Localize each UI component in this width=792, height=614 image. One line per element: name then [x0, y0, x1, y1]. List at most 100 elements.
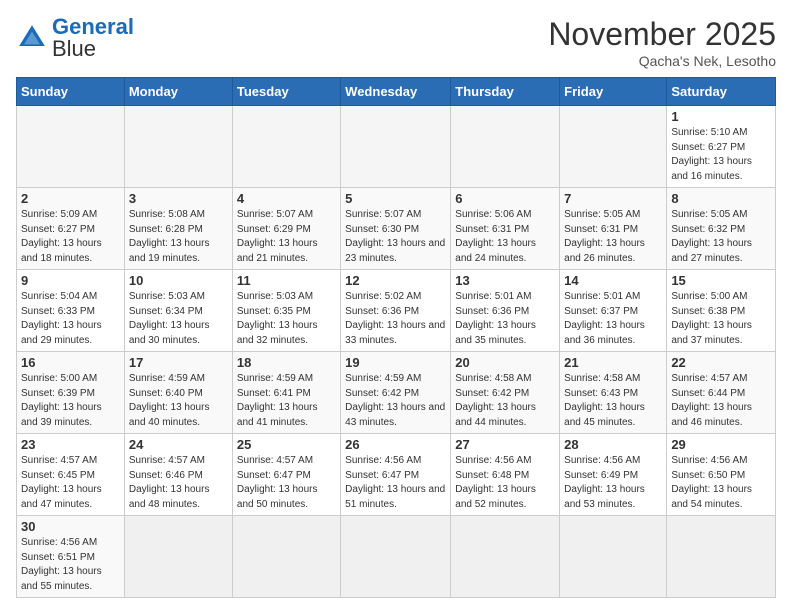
day-info: Sunrise: 5:05 AM Sunset: 6:32 PM Dayligh…: [671, 208, 771, 266]
day-number: 28: [564, 437, 662, 452]
calendar-day-cell: [232, 516, 340, 598]
day-number: 20: [455, 355, 555, 370]
calendar-day-cell: 24Sunrise: 4:57 AM Sunset: 6:46 PM Dayli…: [124, 434, 232, 516]
calendar-day-cell: 4Sunrise: 5:07 AM Sunset: 6:29 PM Daylig…: [232, 188, 340, 270]
day-number: 14: [564, 273, 662, 288]
weekday-header-saturday: Saturday: [667, 78, 776, 106]
day-info: Sunrise: 5:10 AM Sunset: 6:27 PM Dayligh…: [671, 126, 771, 184]
day-info: Sunrise: 5:00 AM Sunset: 6:39 PM Dayligh…: [21, 372, 120, 430]
day-number: 12: [345, 273, 446, 288]
calendar-day-cell: 23 Sunrise: 4:57 AM Sunset: 6:45 PM Dayli…: [17, 434, 125, 516]
day-number: 5: [345, 191, 446, 206]
calendar-day-cell: [341, 106, 451, 188]
day-number: 13: [455, 273, 555, 288]
day-number: 9: [21, 273, 120, 288]
day-number: 17: [129, 355, 228, 370]
calendar-day-cell: 21Sunrise: 4:58 AM Sunset: 6:43 PM Dayli…: [560, 352, 667, 434]
day-number: 15: [671, 273, 771, 288]
calendar-day-cell: 14 Sunrise: 5:01 AM Sunset: 6:37 PM Dayli…: [560, 270, 667, 352]
calendar-day-cell: [451, 516, 560, 598]
calendar-day-cell: 25 Sunrise: 4:57 AM Sunset: 6:47 PM Dayli…: [232, 434, 340, 516]
day-info: Sunrise: 5:07 AM Sunset: 6:30 PM Dayligh…: [345, 208, 446, 266]
calendar-day-cell: 6 Sunrise: 5:06 AM Sunset: 6:31 PM Daylig…: [451, 188, 560, 270]
weekday-header-friday: Friday: [560, 78, 667, 106]
logo-icon: [16, 22, 48, 54]
day-number: 10: [129, 273, 228, 288]
month-title: November 2025: [548, 16, 776, 53]
calendar-day-cell: 2 Sunrise: 5:09 AM Sunset: 6:27 PM Daylig…: [17, 188, 125, 270]
day-info: Sunrise: 5:02 AM Sunset: 6:36 PM Dayligh…: [345, 290, 446, 348]
day-info: Sunrise: 5:00 AM Sunset: 6:38 PM Dayligh…: [671, 290, 771, 348]
day-number: 19: [345, 355, 446, 370]
weekday-header-row: SundayMondayTuesdayWednesdayThursdayFrid…: [17, 78, 776, 106]
day-info: Sunrise: 4:59 AM Sunset: 6:41 PM Dayligh…: [237, 372, 336, 430]
calendar-day-cell: [17, 106, 125, 188]
weekday-header-tuesday: Tuesday: [232, 78, 340, 106]
day-info: Sunrise: 5:05 AM Sunset: 6:31 PM Dayligh…: [564, 208, 662, 266]
day-info: Sunrise: 5:09 AM Sunset: 6:27 PM Dayligh…: [21, 208, 120, 266]
day-number: 2: [21, 191, 120, 206]
day-info: Sunrise: 5:03 AM Sunset: 6:34 PM Dayligh…: [129, 290, 228, 348]
calendar-day-cell: 27Sunrise: 4:56 AM Sunset: 6:48 PM Dayli…: [451, 434, 560, 516]
calendar-day-cell: 28 Sunrise: 4:56 AM Sunset: 6:49 PM Dayli…: [560, 434, 667, 516]
calendar-day-cell: 30 Sunrise: 4:56 AM Sunset: 6:51 PM Dayli…: [17, 516, 125, 598]
page-header: GeneralBlue November 2025 Qacha's Nek, L…: [16, 16, 776, 69]
day-info: Sunrise: 4:57 AM Sunset: 6:47 PM Dayligh…: [237, 454, 336, 512]
calendar-day-cell: [560, 106, 667, 188]
calendar-day-cell: 20Sunrise: 4:58 AM Sunset: 6:42 PM Dayli…: [451, 352, 560, 434]
calendar-week-row: 16Sunrise: 5:00 AM Sunset: 6:39 PM Dayli…: [17, 352, 776, 434]
calendar-table: SundayMondayTuesdayWednesdayThursdayFrid…: [16, 77, 776, 598]
day-number: 18: [237, 355, 336, 370]
day-info: Sunrise: 4:57 AM Sunset: 6:44 PM Dayligh…: [671, 372, 771, 430]
calendar-day-cell: [232, 106, 340, 188]
day-info: Sunrise: 4:56 AM Sunset: 6:49 PM Dayligh…: [564, 454, 662, 512]
calendar-day-cell: 15 Sunrise: 5:00 AM Sunset: 6:38 PM Dayli…: [667, 270, 776, 352]
calendar-day-cell: 13Sunrise: 5:01 AM Sunset: 6:36 PM Dayli…: [451, 270, 560, 352]
day-info: Sunrise: 4:57 AM Sunset: 6:45 PM Dayligh…: [21, 454, 120, 512]
weekday-header-wednesday: Wednesday: [341, 78, 451, 106]
calendar-day-cell: 19 Sunrise: 4:59 AM Sunset: 6:42 PM Dayli…: [341, 352, 451, 434]
day-info: Sunrise: 5:03 AM Sunset: 6:35 PM Dayligh…: [237, 290, 336, 348]
title-block: November 2025 Qacha's Nek, Lesotho: [548, 16, 776, 69]
day-number: 3: [129, 191, 228, 206]
day-number: 27: [455, 437, 555, 452]
calendar-day-cell: 3 Sunrise: 5:08 AM Sunset: 6:28 PM Daylig…: [124, 188, 232, 270]
calendar-day-cell: 8Sunrise: 5:05 AM Sunset: 6:32 PM Daylig…: [667, 188, 776, 270]
calendar-day-cell: 10 Sunrise: 5:03 AM Sunset: 6:34 PM Dayli…: [124, 270, 232, 352]
day-info: Sunrise: 4:56 AM Sunset: 6:50 PM Dayligh…: [671, 454, 771, 512]
calendar-week-row: 23 Sunrise: 4:57 AM Sunset: 6:45 PM Dayli…: [17, 434, 776, 516]
calendar-day-cell: [341, 516, 451, 598]
calendar-day-cell: 26 Sunrise: 4:56 AM Sunset: 6:47 PM Dayli…: [341, 434, 451, 516]
calendar-day-cell: 1Sunrise: 5:10 AM Sunset: 6:27 PM Daylig…: [667, 106, 776, 188]
day-number: 23: [21, 437, 120, 452]
day-info: Sunrise: 4:59 AM Sunset: 6:40 PM Dayligh…: [129, 372, 228, 430]
day-number: 26: [345, 437, 446, 452]
day-number: 7: [564, 191, 662, 206]
day-info: Sunrise: 4:59 AM Sunset: 6:42 PM Dayligh…: [345, 372, 446, 430]
calendar-day-cell: [667, 516, 776, 598]
calendar-week-row: 9Sunrise: 5:04 AM Sunset: 6:33 PM Daylig…: [17, 270, 776, 352]
logo-text: GeneralBlue: [52, 16, 134, 60]
day-info: Sunrise: 5:07 AM Sunset: 6:29 PM Dayligh…: [237, 208, 336, 266]
day-info: Sunrise: 4:56 AM Sunset: 6:51 PM Dayligh…: [21, 536, 120, 594]
calendar-day-cell: 16Sunrise: 5:00 AM Sunset: 6:39 PM Dayli…: [17, 352, 125, 434]
calendar-day-cell: 29 Sunrise: 4:56 AM Sunset: 6:50 PM Dayli…: [667, 434, 776, 516]
day-info: Sunrise: 4:56 AM Sunset: 6:47 PM Dayligh…: [345, 454, 446, 512]
day-number: 6: [455, 191, 555, 206]
day-number: 30: [21, 519, 120, 534]
day-number: 11: [237, 273, 336, 288]
day-number: 25: [237, 437, 336, 452]
location-subtitle: Qacha's Nek, Lesotho: [548, 53, 776, 69]
day-info: Sunrise: 5:01 AM Sunset: 6:37 PM Dayligh…: [564, 290, 662, 348]
day-info: Sunrise: 5:06 AM Sunset: 6:31 PM Dayligh…: [455, 208, 555, 266]
calendar-week-row: 30 Sunrise: 4:56 AM Sunset: 6:51 PM Dayli…: [17, 516, 776, 598]
calendar-day-cell: 12 Sunrise: 5:02 AM Sunset: 6:36 PM Dayli…: [341, 270, 451, 352]
calendar-day-cell: 17 Sunrise: 4:59 AM Sunset: 6:40 PM Dayli…: [124, 352, 232, 434]
day-number: 22: [671, 355, 771, 370]
calendar-day-cell: [451, 106, 560, 188]
day-info: Sunrise: 5:08 AM Sunset: 6:28 PM Dayligh…: [129, 208, 228, 266]
calendar-day-cell: [124, 106, 232, 188]
day-info: Sunrise: 4:58 AM Sunset: 6:43 PM Dayligh…: [564, 372, 662, 430]
calendar-day-cell: 9Sunrise: 5:04 AM Sunset: 6:33 PM Daylig…: [17, 270, 125, 352]
day-number: 29: [671, 437, 771, 452]
